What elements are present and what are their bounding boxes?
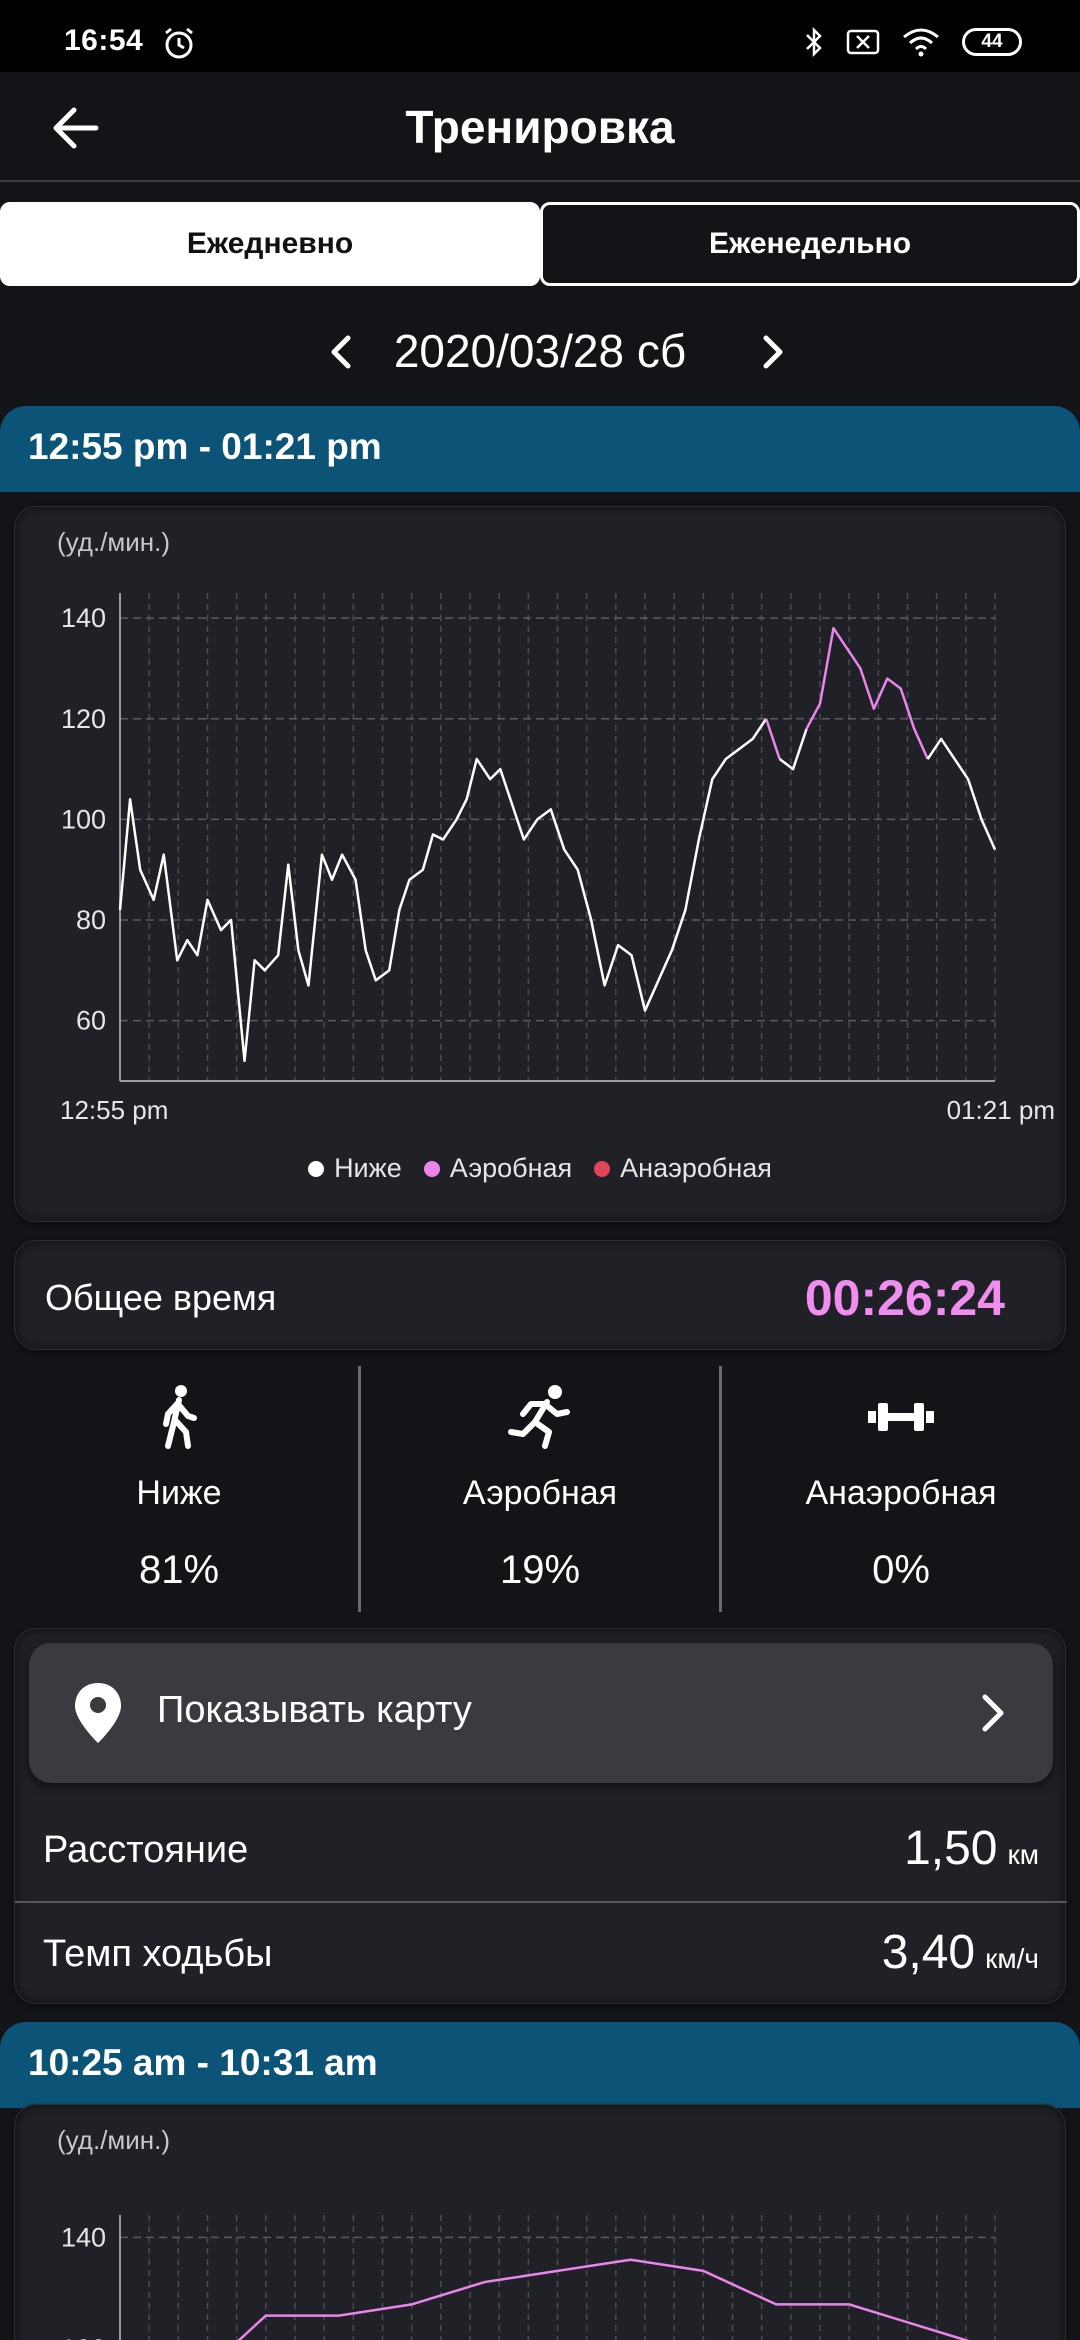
distance-value: 1,50 км [904, 1822, 1040, 1875]
chart-legend: Ниже Аэробная Анаэробная [15, 1153, 1065, 1184]
distance-label: Расстояние [43, 1829, 249, 1871]
y-tick-label: 80 [76, 905, 106, 935]
y-tick-label: 60 [76, 1006, 106, 1036]
session-header: 12:55 pm - 01:21 pm [0, 406, 1080, 492]
zone-summary: Ниже 81% Аэробная 19% Анаэробная 0% [0, 1366, 1080, 1612]
zone-label: Аэробная [462, 1474, 618, 1512]
pace-value: 3,40 км/ч [881, 1926, 1039, 1979]
run-icon [508, 1385, 570, 1449]
distance-row: Расстояние 1,50 км [15, 1801, 1067, 1901]
total-time-card: Общее время 00:26:24 [14, 1240, 1066, 1350]
series-line [764, 718, 781, 760]
status-time: 16:54 [64, 24, 144, 57]
legend-item-aerobic: Аэробная [423, 1153, 572, 1184]
distance-unit: км [1007, 1839, 1040, 1870]
zone-below: Ниже 81% [0, 1366, 358, 1612]
battery-level: 44 [981, 31, 1003, 52]
chevron-right-icon [982, 1694, 1004, 1732]
y-tick-label: 120 [61, 704, 106, 734]
show-map-button[interactable]: Показывать карту [29, 1643, 1053, 1783]
pace-unit: км/ч [985, 1943, 1039, 1974]
period-tabs: Ежедневно Еженедельно [0, 202, 1080, 286]
legend-dot-anaerobic [594, 1160, 611, 1177]
y-tick-label: 100 [61, 804, 106, 834]
heart-rate-chart: 130 140 [61, 2215, 996, 2340]
heart-rate-chart-card: (уд./мин.) 130140 [14, 2104, 1066, 2340]
date-navigator: 2020/03/28 сб [0, 312, 1080, 392]
y-tick-label: 140 [61, 2222, 106, 2252]
x-tick-label: 12:55 pm [60, 1095, 168, 1125]
pace-row: Темп ходьбы 3,40 км/ч [15, 1905, 1067, 2005]
zone-value: 81% [138, 1548, 220, 1592]
app-bar: Тренировка [0, 72, 1080, 182]
legend-dot-below [308, 1160, 325, 1177]
zone-label: Анаэробная [805, 1474, 997, 1512]
x-tick-label: 01:21 pm [947, 1095, 1055, 1125]
legend-item-anaerobic: Анаэробная [594, 1153, 772, 1184]
divider [15, 1901, 1067, 1903]
wifi-icon [903, 28, 939, 57]
zone-aerobic: Аэробная 19% [358, 1366, 719, 1612]
legend-dot-aerobic [423, 1160, 440, 1177]
status-bar: 16:54 44 [0, 0, 1080, 72]
heart-rate-chart-card: (уд./мин.) 60 80 100 120 140 12:55 pm 01:21 pm… [14, 506, 1066, 1222]
current-date: 2020/03/28 сб [393, 325, 687, 377]
chevron-right-icon[interactable] [750, 330, 794, 374]
page-title: Тренировка [405, 101, 675, 153]
pace-label: Темп ходьбы [43, 1933, 273, 1975]
tab-weekly[interactable]: Еженедельно [540, 202, 1080, 286]
zone-value: 0% [872, 1548, 930, 1592]
session-header: 10:25 am - 10:31 am [0, 2022, 1080, 2108]
legend-item-below: Ниже [308, 1153, 402, 1184]
location-pin-icon [75, 1683, 121, 1743]
session-time-range: 12:55 pm - 01:21 pm [28, 426, 382, 467]
session-time-range: 10:25 am - 10:31 am [28, 2042, 378, 2083]
tab-daily[interactable]: Ежедневно [0, 202, 540, 286]
bluetooth-icon [806, 26, 822, 58]
battery-icon: 44 [962, 28, 1022, 56]
walk-icon [163, 1385, 197, 1449]
total-time-label: Общее время [45, 1277, 277, 1318]
zone-anaerobic: Анаэробная 0% [719, 1366, 1080, 1612]
y-tick-label: 140 [61, 603, 106, 633]
series-line [926, 737, 997, 851]
series-line [118, 718, 768, 1063]
zone-label: Ниже [136, 1474, 222, 1512]
alarm-icon [165, 27, 193, 59]
total-time-value: 00:26:24 [804, 1270, 1005, 1326]
series-line [778, 728, 808, 771]
y-tick-label: 130 [61, 2334, 106, 2340]
status-icons: 44 [804, 26, 1022, 58]
show-map-label: Показывать карту [157, 1689, 472, 1731]
dumbbell-icon [868, 1403, 934, 1431]
route-stats-card: Показывать карту Расстояние 1,50 км Темп … [14, 1628, 1067, 2005]
sim-off-icon [846, 29, 880, 55]
heart-rate-chart: 60 80 100 120 140 12:55 pm 01:21 pm [60, 593, 1055, 1125]
zone-value: 19% [499, 1548, 581, 1592]
series-line [805, 626, 929, 760]
